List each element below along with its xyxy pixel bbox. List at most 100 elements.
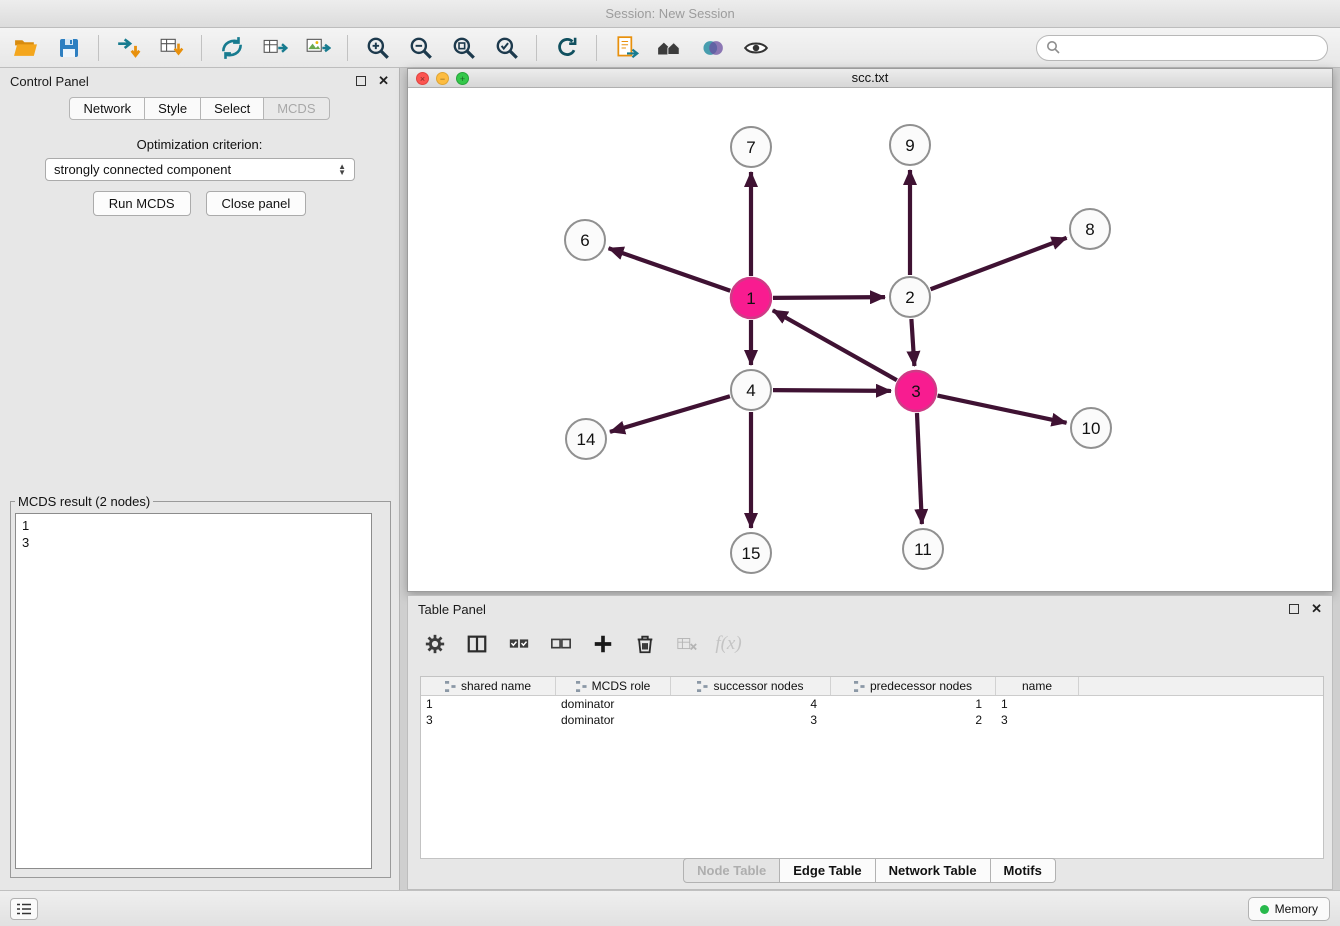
edge-1-6[interactable]	[609, 248, 731, 290]
node-1[interactable]: 1	[731, 278, 771, 318]
network-window-titlebar[interactable]: × − + scc.txt	[408, 69, 1332, 88]
delete-column-trash-icon[interactable]	[632, 632, 657, 657]
tab-style[interactable]: Style	[144, 97, 201, 120]
cell-mcds-role[interactable]: dominator	[556, 713, 671, 727]
import-table-icon[interactable]	[158, 34, 185, 61]
tab-select[interactable]: Select	[200, 97, 264, 120]
edge-1-2[interactable]	[773, 297, 885, 298]
memory-label: Memory	[1275, 902, 1318, 916]
node-15[interactable]: 15	[731, 533, 771, 573]
memory-button[interactable]: Memory	[1248, 897, 1330, 921]
zoom-in-icon[interactable]	[364, 34, 391, 61]
node-7[interactable]: 7	[731, 127, 771, 167]
tab-mcds[interactable]: MCDS	[263, 97, 329, 120]
edge-3-11[interactable]	[917, 413, 922, 524]
cell-predecessor-nodes[interactable]: 2	[831, 713, 996, 727]
cell-successor-nodes[interactable]: 3	[671, 713, 831, 727]
close-window-icon[interactable]: ×	[416, 72, 429, 85]
task-list-icon[interactable]	[10, 898, 38, 920]
edge-3-10[interactable]	[938, 396, 1067, 423]
share-document-icon[interactable]	[613, 34, 640, 61]
status-bar: Memory	[0, 890, 1340, 926]
cell-predecessor-nodes[interactable]: 1	[831, 697, 996, 711]
close-panel-button[interactable]: Close panel	[206, 191, 307, 216]
tab-network[interactable]: Network	[69, 97, 145, 120]
table-panel: Table Panel ✕	[407, 595, 1333, 890]
search-input[interactable]	[1066, 41, 1318, 55]
mcds-result-box[interactable]: 1 3	[15, 513, 372, 869]
open-session-icon[interactable]	[12, 34, 39, 61]
zoom-window-icon[interactable]: +	[456, 72, 469, 85]
control-panel-tabs: Network Style Select MCDS	[0, 97, 399, 120]
node-6[interactable]: 6	[565, 220, 605, 260]
node-3[interactable]: 3	[896, 371, 936, 411]
run-mcds-button[interactable]: Run MCDS	[93, 191, 191, 216]
optimization-criterion-select[interactable]: strongly connected component ▲▼	[45, 158, 355, 181]
home-networks-icon[interactable]	[656, 34, 683, 61]
node-4[interactable]: 4	[731, 370, 771, 410]
node-9[interactable]: 9	[890, 125, 930, 165]
node-label: 1	[746, 289, 755, 308]
node-label: 3	[911, 382, 920, 401]
select-all-icon[interactable]	[506, 632, 531, 657]
node-8[interactable]: 8	[1070, 209, 1110, 249]
edge-3-1[interactable]	[773, 310, 897, 380]
node-2[interactable]: 2	[890, 277, 930, 317]
close-panel-icon[interactable]: ✕	[378, 76, 389, 86]
float-panel-icon[interactable]	[356, 76, 366, 86]
edge-2-3[interactable]	[911, 319, 914, 366]
zoom-selected-icon[interactable]	[493, 34, 520, 61]
chevron-updown-icon: ▲▼	[338, 164, 346, 176]
edge-2-8[interactable]	[931, 238, 1067, 289]
mcds-buttons: Run MCDS Close panel	[0, 191, 399, 216]
cell-mcds-role[interactable]: dominator	[556, 697, 671, 711]
cell-name[interactable]: 3	[996, 713, 1079, 727]
node-table: shared name MCDS role successor nodes pr…	[420, 676, 1324, 859]
show-hide-eye-icon[interactable]	[742, 34, 769, 61]
cell-successor-nodes[interactable]: 4	[671, 697, 831, 711]
cell-name[interactable]: 1	[996, 697, 1079, 711]
table-settings-gear-icon[interactable]	[422, 632, 447, 657]
export-table-icon[interactable]	[261, 34, 288, 61]
float-panel-icon[interactable]	[1289, 604, 1299, 614]
tab-network-table[interactable]: Network Table	[875, 858, 991, 883]
tab-node-table[interactable]: Node Table	[683, 858, 780, 883]
column-header-predecessor-nodes[interactable]: predecessor nodes	[831, 677, 996, 695]
table-row[interactable]: 1 dominator 4 1 1	[421, 696, 1323, 712]
control-panel: Control Panel ✕ Network Style Select MCD…	[0, 68, 400, 890]
column-header-mcds-role[interactable]: MCDS role	[556, 677, 671, 695]
optimization-criterion-label: Optimization criterion:	[0, 137, 399, 152]
sort-icon	[445, 681, 456, 692]
edge-4-14[interactable]	[610, 396, 730, 432]
global-search[interactable]	[1036, 35, 1328, 61]
column-header-name[interactable]: name	[996, 677, 1079, 695]
table-row[interactable]: 3 dominator 3 2 3	[421, 712, 1323, 728]
show-columns-icon[interactable]	[464, 632, 489, 657]
zoom-fit-icon[interactable]	[450, 34, 477, 61]
deselect-all-icon[interactable]	[548, 632, 573, 657]
save-session-icon[interactable]	[55, 34, 82, 61]
node-14[interactable]: 14	[566, 419, 606, 459]
node-table-header: shared name MCDS role successor nodes pr…	[421, 677, 1323, 696]
network-canvas[interactable]: 7 9 6 8 1 2 4 3 14 10 15 11	[408, 88, 1332, 591]
add-column-icon[interactable]	[590, 632, 615, 657]
node-11[interactable]: 11	[903, 529, 943, 569]
tab-motifs[interactable]: Motifs	[990, 858, 1056, 883]
export-network-icon[interactable]	[218, 34, 245, 61]
style-venn-icon[interactable]	[699, 34, 726, 61]
network-graph[interactable]: 7 9 6 8 1 2 4 3 14 10 15 11	[408, 88, 1332, 591]
cell-shared-name[interactable]: 3	[421, 713, 556, 727]
edge-4-3[interactable]	[773, 390, 891, 391]
column-header-successor-nodes[interactable]: successor nodes	[671, 677, 831, 695]
control-panel-header: Control Panel ✕	[0, 68, 399, 94]
refresh-layout-icon[interactable]	[553, 34, 580, 61]
minimize-window-icon[interactable]: −	[436, 72, 449, 85]
tab-edge-table[interactable]: Edge Table	[779, 858, 875, 883]
column-header-shared-name[interactable]: shared name	[421, 677, 556, 695]
import-network-icon[interactable]	[115, 34, 142, 61]
zoom-out-icon[interactable]	[407, 34, 434, 61]
export-image-icon[interactable]	[304, 34, 331, 61]
node-10[interactable]: 10	[1071, 408, 1111, 448]
cell-shared-name[interactable]: 1	[421, 697, 556, 711]
close-panel-icon[interactable]: ✕	[1311, 604, 1322, 614]
